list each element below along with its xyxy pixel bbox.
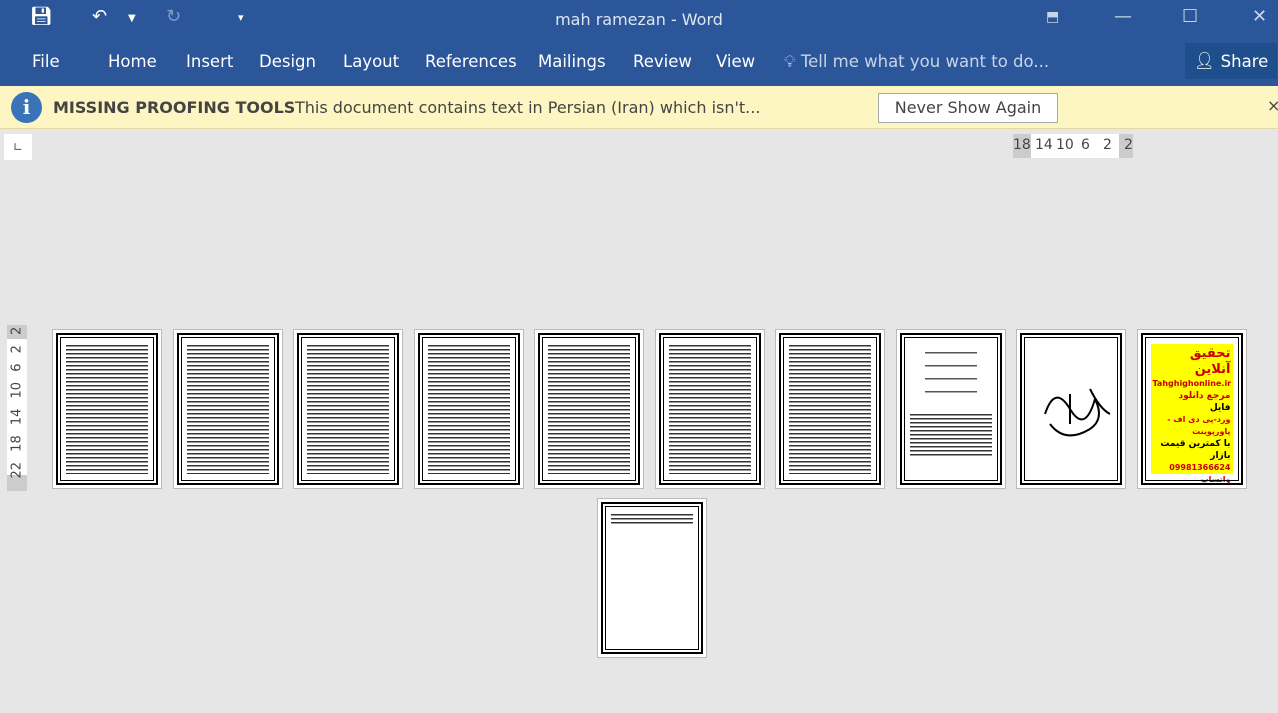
ribbon-display-options-icon[interactable]: ⬒ [1046, 9, 1059, 25]
share-button[interactable]: 👤︎ Share [1185, 43, 1277, 79]
tab-view[interactable]: View [716, 52, 755, 71]
share-label: Share [1220, 51, 1269, 71]
page-thumbnail[interactable]: تحقیق آنلاین Tahghighonline.ir مرجع دانلود… [1136, 329, 1247, 489]
horizontal-ruler[interactable]: 18 14 10 6 2 2 [1013, 134, 1133, 158]
tab-home[interactable]: Home [108, 52, 157, 71]
page-thumbnail[interactable] [172, 329, 283, 489]
tab-review[interactable]: Review [633, 52, 692, 71]
page-thumbnail[interactable] [775, 329, 885, 489]
calligraphy-image [1044, 388, 1111, 437]
ruler-numbers: 22 18 14 10 6 2 2 [9, 326, 25, 479]
message-text[interactable]: This document contains text in Persian (… [295, 98, 760, 117]
ad-image: تحقیق آنلاین Tahghighonline.ir مرجع دانلود… [1150, 344, 1233, 484]
message-title: MISSING PROOFING TOOLS [53, 98, 296, 117]
page-thumbnail[interactable] [293, 329, 403, 489]
close-message-icon[interactable]: × [1267, 96, 1278, 115]
lightbulb-icon: 💡︎ [784, 52, 796, 71]
info-icon: i [11, 92, 42, 123]
tab-mailings[interactable]: Mailings [538, 52, 606, 71]
tab-references[interactable]: References [425, 52, 517, 71]
tab-file[interactable]: File [32, 52, 60, 71]
person-icon: 👤︎ [1193, 51, 1215, 70]
page-thumbnail[interactable] [1016, 329, 1126, 489]
maximize-icon[interactable]: ☐ [1182, 6, 1198, 27]
ruler-tick: 18 [1013, 137, 1031, 153]
tell-me-text: Tell me what you want to do... [800, 52, 1050, 71]
page-thumbnail[interactable] [52, 329, 162, 489]
ruler-tick: 2 [1124, 137, 1133, 153]
tab-selector[interactable]: ∟ [4, 134, 32, 160]
ribbon-tabs: File Home Insert Design Layout Reference… [0, 40, 1278, 86]
minimize-icon[interactable]: — [1114, 6, 1132, 27]
page-thumbnail[interactable] [534, 329, 644, 489]
window-title: mah ramezan - Word [555, 10, 723, 29]
tab-layout[interactable]: Layout [343, 52, 399, 71]
page-thumbnail[interactable] [654, 329, 765, 489]
title-bar: 💾︎ ↶ ▼ ↻ ▾ mah ramezan - Word ⬒ — ☐ ✕ [0, 0, 1278, 40]
tab-design[interactable]: Design [259, 52, 316, 71]
tab-insert[interactable]: Insert [186, 52, 233, 71]
page-thumbnail[interactable] [895, 329, 1006, 489]
ruler-tick: 2 [1103, 137, 1112, 153]
ruler-tick: 14 [1035, 137, 1053, 153]
page-thumbnail[interactable] [597, 498, 707, 658]
never-show-again-button[interactable]: Never Show Again [878, 93, 1058, 123]
message-bar: i MISSING PROOFING TOOLS This document c… [0, 86, 1278, 129]
ruler-tick: 6 [1081, 137, 1090, 153]
tell-me-box[interactable]: 💡︎ Tell me what you want to do... [784, 52, 1049, 72]
page-thumbnail[interactable] [413, 329, 524, 489]
close-icon[interactable]: ✕ [1252, 6, 1267, 27]
vertical-ruler[interactable]: 22 18 14 10 6 2 2 [7, 325, 27, 491]
ruler-tick: 10 [1056, 137, 1074, 153]
